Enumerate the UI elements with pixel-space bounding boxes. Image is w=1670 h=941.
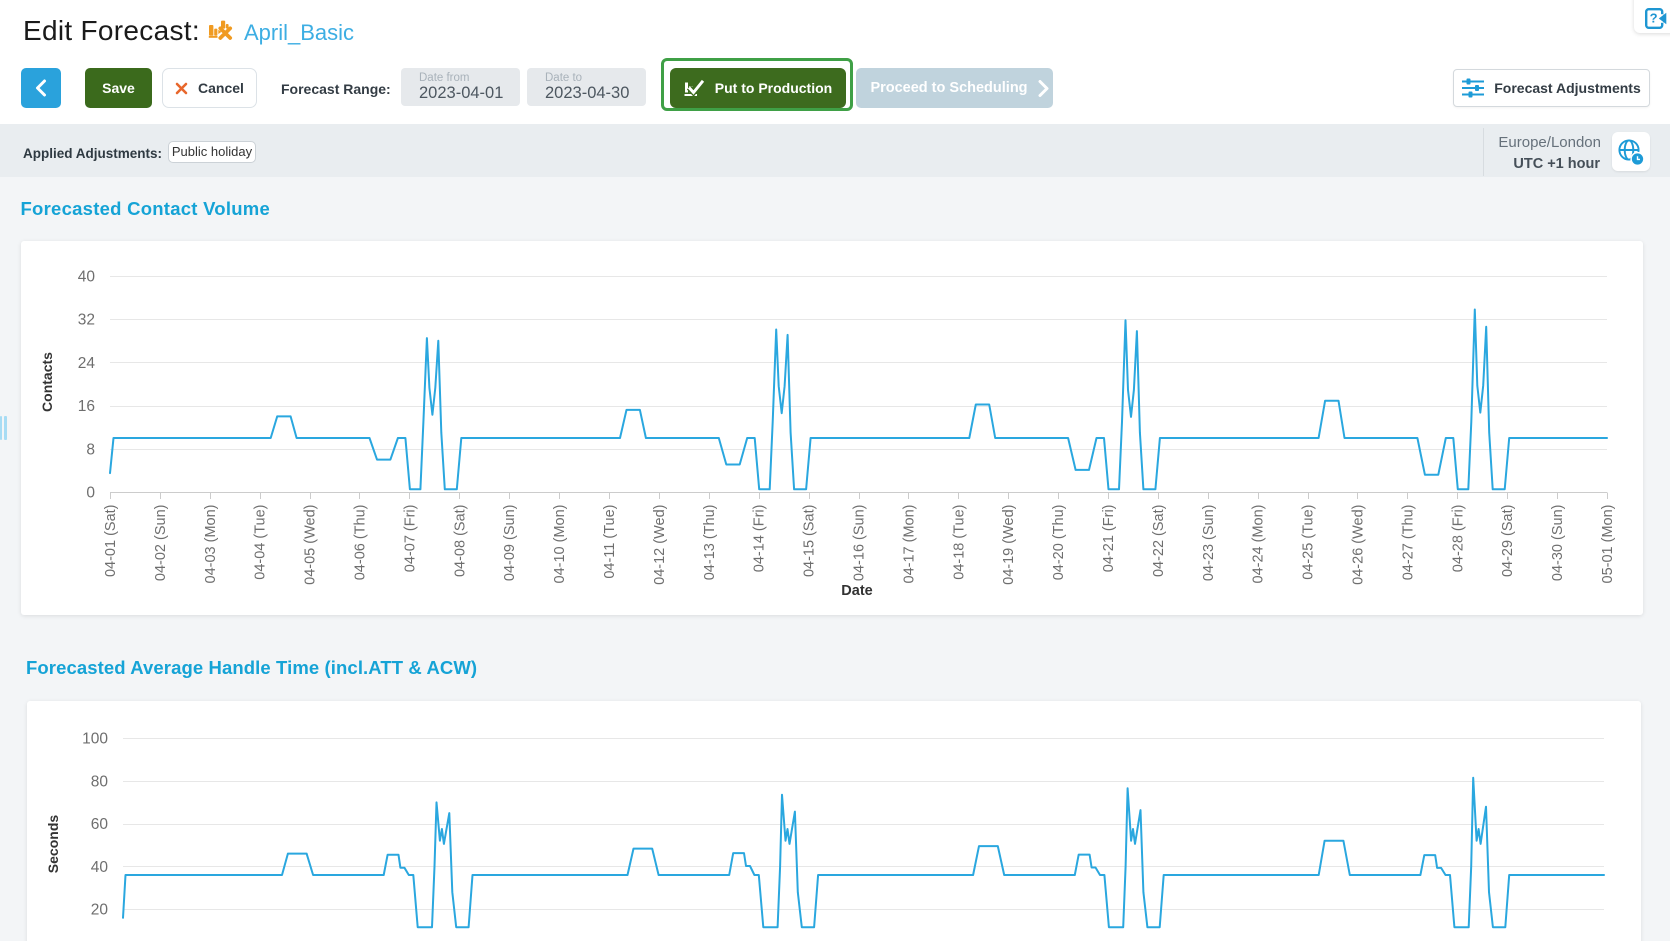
svg-text:04-09 (Sun): 04-09 (Sun) — [502, 505, 518, 582]
svg-text:04-21 (Fri): 04-21 (Fri) — [1101, 505, 1117, 573]
svg-text:04-25 (Tue): 04-25 (Tue) — [1301, 505, 1317, 580]
svg-text:?: ? — [1650, 11, 1658, 26]
svg-text:04-22 (Sat): 04-22 (Sat) — [1151, 505, 1167, 578]
svg-text:04-20 (Thu): 04-20 (Thu) — [1051, 505, 1067, 581]
svg-text:04-30 (Sun): 04-30 (Sun) — [1550, 505, 1566, 582]
svg-text:04-07 (Fri): 04-07 (Fri) — [402, 505, 418, 573]
svg-text:04-04 (Tue): 04-04 (Tue) — [253, 505, 269, 580]
svg-text:60: 60 — [91, 816, 109, 833]
svg-text:04-17 (Mon): 04-17 (Mon) — [901, 505, 917, 584]
svg-text:04-08 (Sat): 04-08 (Sat) — [452, 505, 468, 578]
svg-text:04-10 (Mon): 04-10 (Mon) — [552, 505, 568, 584]
svg-text:04-02 (Sun): 04-02 (Sun) — [153, 505, 169, 582]
svg-text:16: 16 — [78, 398, 95, 415]
svg-text:04-03 (Mon): 04-03 (Mon) — [203, 505, 219, 584]
svg-text:04-16 (Sun): 04-16 (Sun) — [852, 505, 868, 582]
svg-text:Date: Date — [841, 583, 872, 599]
svg-text:04-26 (Wed): 04-26 (Wed) — [1351, 505, 1367, 585]
svg-text:04-18 (Tue): 04-18 (Tue) — [951, 505, 967, 580]
svg-text:05-01 (Mon): 05-01 (Mon) — [1600, 505, 1616, 584]
svg-text:20: 20 — [91, 902, 109, 919]
svg-text:04-01 (Sat): 04-01 (Sat) — [103, 505, 119, 578]
svg-text:04-14 (Fri): 04-14 (Fri) — [752, 505, 768, 573]
svg-text:40: 40 — [78, 269, 96, 286]
svg-text:04-11 (Tue): 04-11 (Tue) — [602, 505, 618, 579]
svg-text:Contacts: Contacts — [39, 352, 55, 412]
svg-text:04-13 (Thu): 04-13 (Thu) — [702, 505, 718, 581]
svg-text:24: 24 — [78, 355, 96, 372]
svg-text:04-15 (Sat): 04-15 (Sat) — [802, 505, 818, 578]
svg-text:04-19 (Wed): 04-19 (Wed) — [1001, 504, 1017, 584]
svg-text:80: 80 — [91, 773, 109, 790]
svg-text:04-28 (Fri): 04-28 (Fri) — [1450, 505, 1466, 573]
svg-text:Seconds: Seconds — [45, 815, 61, 874]
svg-text:04-06 (Thu): 04-06 (Thu) — [353, 505, 369, 581]
svg-text:04-27 (Thu): 04-27 (Thu) — [1400, 505, 1416, 581]
svg-text:100: 100 — [82, 731, 108, 748]
svg-text:04-05 (Wed): 04-05 (Wed) — [303, 505, 319, 585]
svg-text:0: 0 — [86, 485, 95, 502]
svg-text:04-23 (Sun): 04-23 (Sun) — [1201, 505, 1217, 582]
svg-text:8: 8 — [86, 441, 95, 458]
svg-text:04-29 (Sat): 04-29 (Sat) — [1500, 505, 1516, 578]
svg-text:04-24 (Mon): 04-24 (Mon) — [1251, 505, 1267, 584]
svg-text:32: 32 — [78, 312, 95, 329]
svg-text:04-12 (Wed): 04-12 (Wed) — [652, 505, 668, 585]
svg-text:40: 40 — [91, 859, 109, 876]
